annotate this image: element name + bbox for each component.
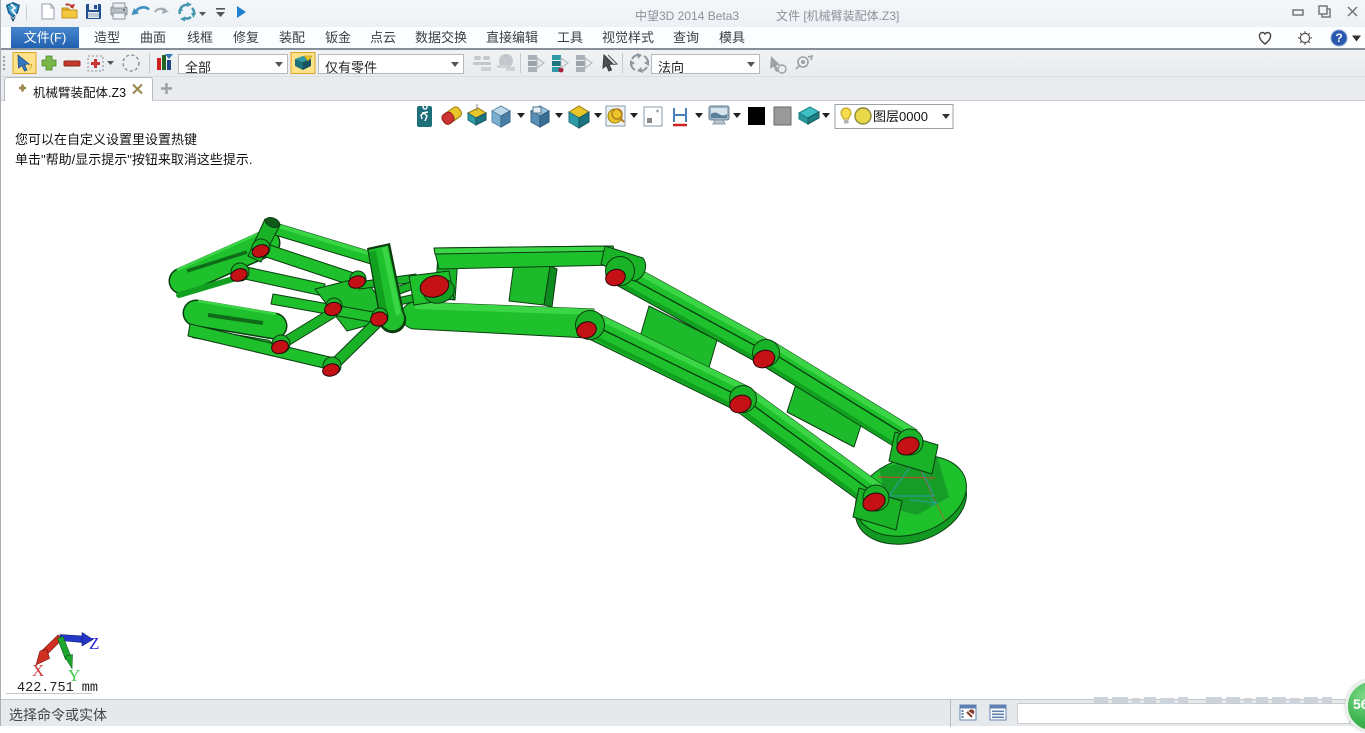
svg-text:X: X — [32, 661, 44, 680]
svg-text:Z: Z — [89, 634, 99, 653]
svg-text:图层0000: 图层0000 — [873, 109, 928, 124]
svg-text:422.751 mm: 422.751 mm — [17, 681, 98, 696]
